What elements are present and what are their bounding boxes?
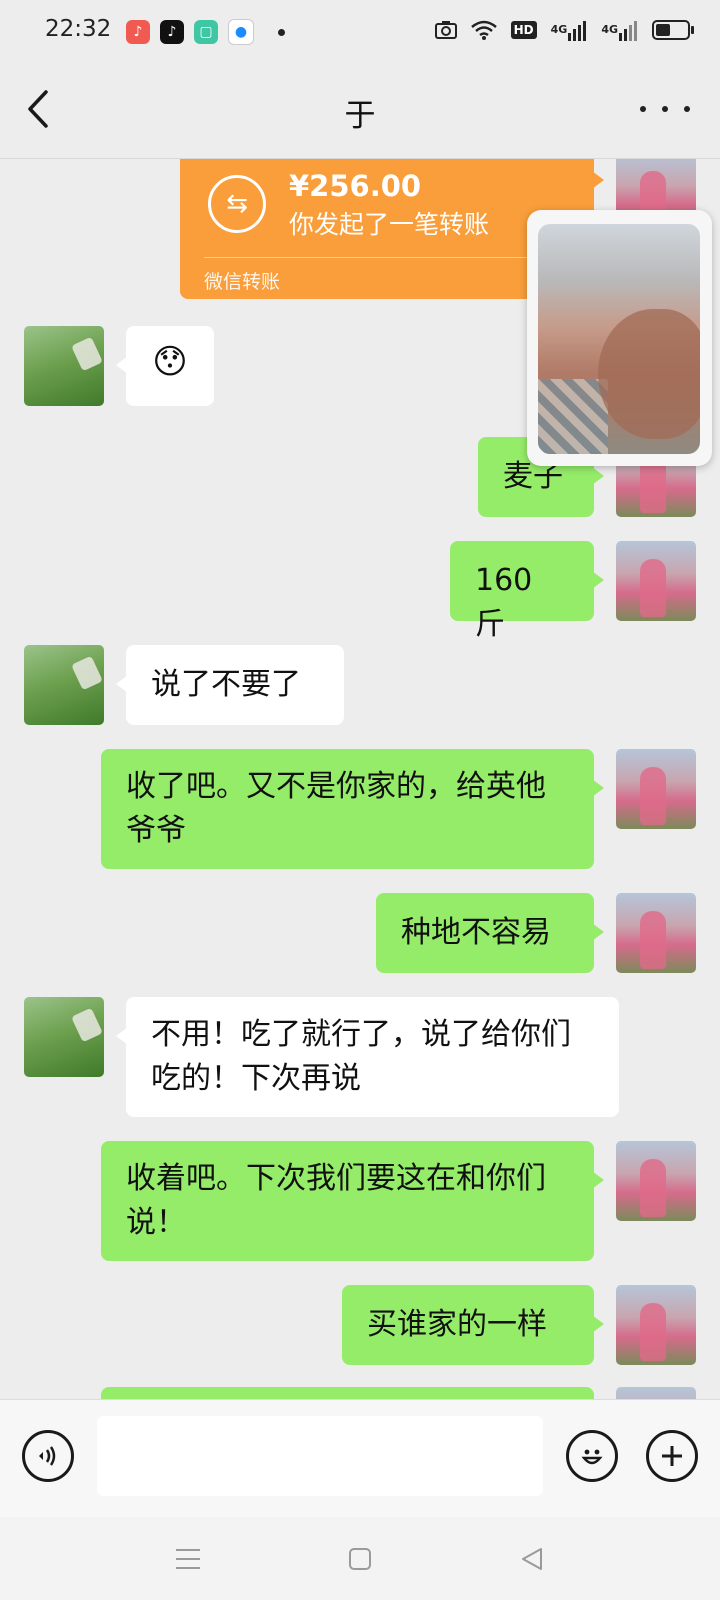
transfer-amount: ¥256.00 bbox=[289, 169, 422, 203]
input-bar bbox=[0, 1399, 720, 1518]
menu-icon bbox=[176, 1549, 200, 1569]
camera-icon bbox=[434, 18, 457, 42]
music-app-icon: ♪ bbox=[126, 20, 150, 44]
more-notifications-dot bbox=[278, 28, 285, 36]
transfer-description: 你发起了一笔转账 bbox=[289, 210, 490, 239]
message-bubble[interactable]: 收着吧。下次我们要这在和你们说！ bbox=[101, 1141, 604, 1261]
system-back-button[interactable] bbox=[512, 1541, 552, 1577]
my-avatar[interactable] bbox=[616, 1285, 696, 1365]
message-list[interactable]: ⇆ ¥256.00 你发起了一笔转账 微信转账 😯 麦子 160 斤 说了不要了… bbox=[0, 159, 720, 1399]
contact-avatar[interactable] bbox=[24, 326, 104, 406]
home-button[interactable] bbox=[340, 1541, 380, 1577]
emoji-icon bbox=[581, 1449, 603, 1465]
status-bar: 22:32 ♪ ♪ ▢ ● HD 4G 4G bbox=[0, 0, 720, 64]
status-time: 22:32 bbox=[45, 16, 112, 42]
message-bubble[interactable]: 不用！吃了就行了，说了给你们吃的！下次再说 bbox=[116, 997, 619, 1117]
floating-video-window[interactable] bbox=[527, 210, 712, 466]
more-dot-icon bbox=[640, 106, 646, 112]
notification-icons: ♪ ♪ ▢ ● bbox=[126, 19, 285, 45]
chat-title: 于 bbox=[344, 98, 376, 134]
message-bubble[interactable]: 买谁家的一样 bbox=[342, 1285, 604, 1365]
browser-icon: ● bbox=[228, 19, 254, 45]
square-icon bbox=[349, 1548, 371, 1570]
transfer-arrows-icon: ⇆ bbox=[208, 175, 266, 233]
battery-icon bbox=[652, 18, 694, 42]
system-nav-bar bbox=[0, 1517, 720, 1600]
tiktok-icon: ♪ bbox=[160, 20, 184, 44]
my-avatar[interactable] bbox=[616, 1387, 696, 1399]
system-icons: HD 4G 4G bbox=[434, 18, 694, 42]
more-functions-button[interactable] bbox=[646, 1430, 698, 1482]
message-bubble[interactable]: 收了吧。又不是你家的，给英他爷爷 bbox=[101, 749, 604, 869]
hd-label: HD bbox=[510, 21, 537, 39]
chat-app-icon: ▢ bbox=[194, 20, 218, 44]
message-bubble[interactable]: 说了不要了 bbox=[116, 645, 344, 725]
my-avatar[interactable] bbox=[616, 1141, 696, 1221]
voice-icon bbox=[39, 1446, 56, 1466]
signal-4g-icon: 4G bbox=[551, 18, 588, 42]
wifi-icon bbox=[470, 18, 497, 42]
contact-avatar[interactable] bbox=[24, 645, 104, 725]
contact-avatar[interactable] bbox=[24, 997, 104, 1077]
emoji-bubble[interactable]: 😯 bbox=[116, 326, 214, 406]
transfer-divider bbox=[204, 257, 570, 258]
hd-icon: HD bbox=[510, 18, 537, 42]
plus-icon bbox=[662, 1446, 682, 1466]
message-bubble[interactable]: 种地不容易 bbox=[376, 893, 604, 973]
signal-4g-icon: 4G bbox=[601, 18, 638, 42]
video-preview bbox=[538, 224, 700, 454]
transfer-label: 微信转账 bbox=[204, 271, 281, 293]
recent-apps-button[interactable] bbox=[168, 1541, 208, 1577]
my-avatar[interactable] bbox=[616, 749, 696, 829]
emoji-button[interactable] bbox=[566, 1430, 618, 1482]
message-bubble[interactable]: 160 斤 bbox=[450, 541, 604, 642]
message-bubble-partial[interactable] bbox=[101, 1387, 594, 1399]
voice-button[interactable] bbox=[22, 1430, 74, 1482]
chat-header: 于 bbox=[0, 64, 720, 159]
my-avatar[interactable] bbox=[616, 541, 696, 621]
more-options-button[interactable] bbox=[640, 94, 690, 124]
network-label-2: 4G bbox=[601, 23, 618, 36]
my-avatar[interactable] bbox=[616, 893, 696, 973]
triangle-back-icon bbox=[522, 1548, 542, 1570]
more-dot-icon bbox=[684, 106, 690, 112]
message-input[interactable] bbox=[97, 1416, 543, 1496]
network-label-1: 4G bbox=[550, 23, 568, 36]
more-dot-icon bbox=[662, 106, 668, 112]
